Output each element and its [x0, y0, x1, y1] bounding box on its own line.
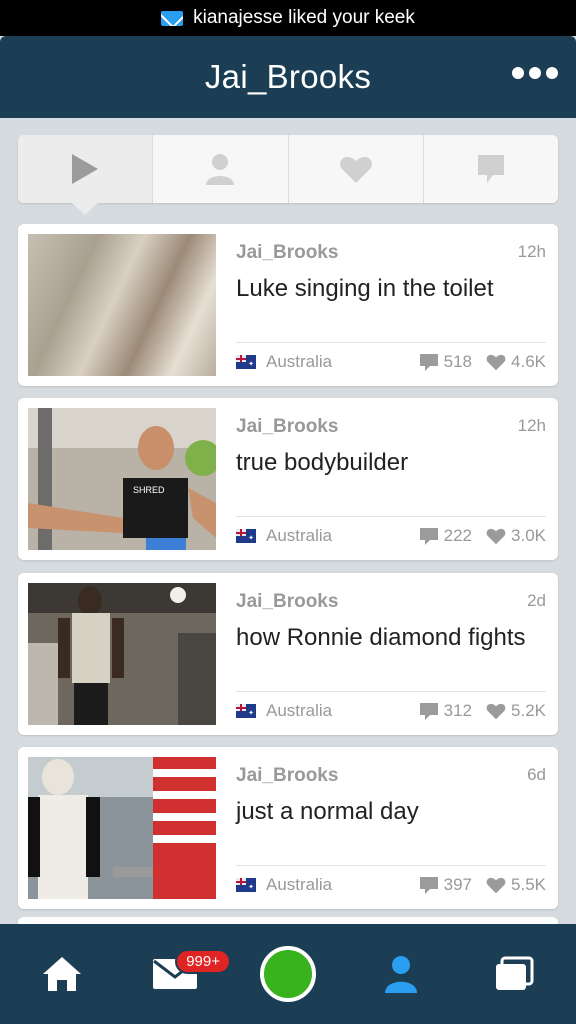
keek-stats: 518 4.6K — [405, 352, 546, 372]
notification-text: kianajesse liked your keek — [193, 7, 415, 28]
profile-tabs — [18, 135, 558, 215]
app-header: Jai_Brooks — [0, 36, 576, 118]
heart-icon — [486, 528, 506, 545]
feed-area[interactable]: Jai_Brooks 12h Luke singing in the toile… — [0, 118, 576, 924]
like-count[interactable]: 3.0K — [486, 526, 546, 546]
person-icon — [384, 956, 417, 993]
heart-icon — [486, 877, 506, 894]
video-thumbnail[interactable]: SHRED — [28, 408, 216, 550]
comment-count[interactable]: 222 — [419, 526, 472, 546]
keek-caption: Luke singing in the toilet — [236, 275, 494, 302]
like-count[interactable]: 4.6K — [486, 352, 546, 372]
keek-location: Australia — [236, 526, 332, 546]
divider — [236, 691, 546, 692]
divider — [236, 516, 546, 517]
divider — [236, 865, 546, 866]
comment-icon — [419, 354, 438, 371]
comment-icon — [419, 703, 438, 720]
comment-count[interactable]: 312 — [419, 701, 472, 721]
stack-icon — [495, 956, 534, 990]
profile-icon — [206, 154, 235, 185]
keek-stats: 312 5.2K — [405, 701, 546, 721]
video-icon — [72, 154, 99, 184]
comments-icon — [477, 155, 504, 183]
tab-record[interactable] — [243, 929, 333, 1019]
keek-age: 2d — [527, 591, 546, 610]
heart-icon — [486, 703, 506, 720]
keek-card[interactable]: Jai_Brooks 2d how Ronnie diamond fights … — [18, 573, 558, 735]
tab-stream[interactable] — [469, 929, 559, 1019]
tab-home[interactable] — [17, 929, 107, 1019]
like-count[interactable]: 5.2K — [486, 701, 546, 721]
keek-author[interactable]: Jai_Brooks — [236, 416, 338, 438]
comment-icon — [419, 528, 438, 545]
keek-card[interactable]: SHRED Jai_Brooks 12h true bodybuilder Au… — [18, 398, 558, 560]
australia-flag-icon — [236, 355, 256, 369]
comment-count[interactable]: 397 — [419, 875, 472, 895]
notification-bar[interactable]: kianajesse liked your keek — [0, 0, 576, 36]
video-thumbnail[interactable] — [28, 757, 216, 899]
video-thumbnail[interactable] — [28, 583, 216, 725]
keek-stats: 222 3.0K — [405, 526, 546, 546]
home-icon — [43, 957, 82, 991]
comment-icon — [419, 877, 438, 894]
tab-comments[interactable] — [424, 135, 558, 203]
tab-likes[interactable] — [289, 135, 424, 203]
keek-author[interactable]: Jai_Brooks — [236, 242, 338, 264]
keek-stats: 397 5.5K — [405, 875, 546, 895]
video-thumbnail[interactable] — [28, 234, 216, 376]
tab-inbox[interactable]: 999+ — [130, 929, 231, 1019]
keek-caption: just a normal day — [236, 798, 419, 825]
keek-author[interactable]: Jai_Brooks — [236, 765, 338, 787]
bottom-tab-bar: 999+ — [0, 924, 576, 1024]
keek-card[interactable]: Jai_Brooks 6d just a normal day Australi… — [18, 747, 558, 909]
keek-card[interactable]: Jai_Brooks 12h Luke singing in the toile… — [18, 224, 558, 386]
next-keek-card[interactable] — [18, 917, 558, 924]
tab-profile[interactable] — [153, 135, 289, 203]
divider — [236, 342, 546, 343]
australia-flag-icon — [236, 878, 256, 892]
keek-location: Australia — [236, 701, 332, 721]
keek-caption: true bodybuilder — [236, 449, 409, 476]
record-icon — [259, 946, 316, 1002]
keek-location: Australia — [236, 352, 332, 372]
tab-profile-active[interactable] — [356, 929, 446, 1019]
more-options-icon[interactable] — [512, 67, 558, 79]
keek-age: 12h — [517, 242, 546, 261]
mail-icon — [161, 10, 184, 26]
inbox-badge: 999+ — [175, 949, 231, 974]
like-count[interactable]: 5.5K — [486, 875, 546, 895]
page-title: Jai_Brooks — [204, 58, 372, 95]
svg-text:SHRED: SHRED — [133, 485, 165, 495]
keek-age: 6d — [527, 765, 546, 784]
likes-icon — [339, 156, 372, 183]
keek-author[interactable]: Jai_Brooks — [236, 591, 338, 613]
heart-icon — [486, 354, 506, 371]
australia-flag-icon — [236, 529, 256, 543]
australia-flag-icon — [236, 704, 256, 718]
keek-caption: how Ronnie diamond fights — [236, 624, 526, 651]
keek-location: Australia — [236, 875, 332, 895]
tab-videos[interactable] — [18, 135, 154, 215]
comment-count[interactable]: 518 — [419, 352, 472, 372]
keek-age: 12h — [517, 416, 546, 435]
